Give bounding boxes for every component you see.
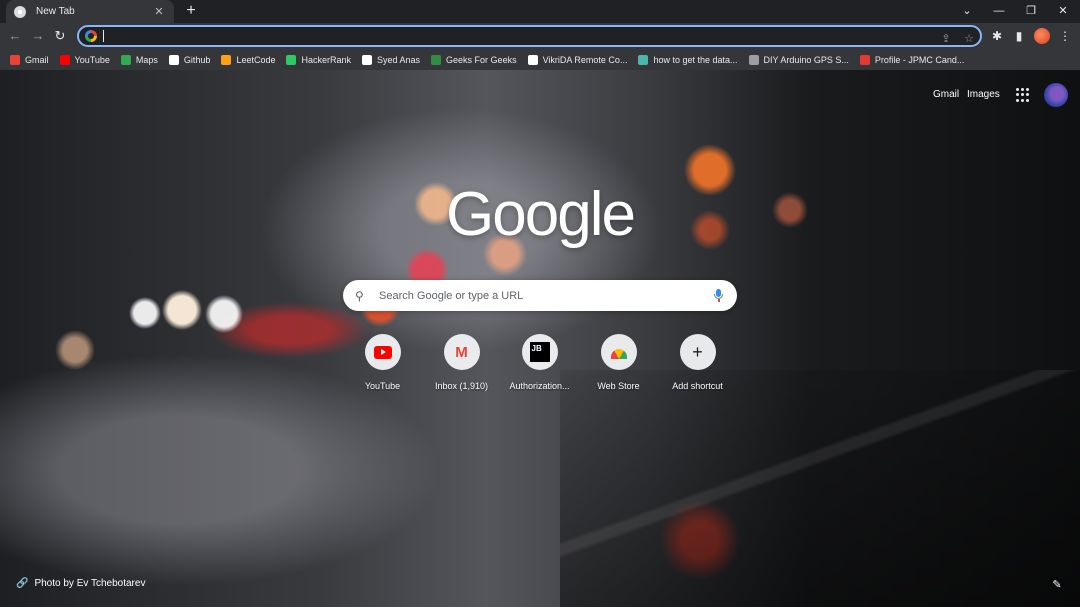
search-icon: ⚲: [355, 288, 364, 303]
bookmark-label: Geeks For Geeks: [446, 54, 517, 65]
bookmark-label: Github: [183, 54, 211, 65]
text-caret: [103, 30, 104, 42]
bookmark-favicon-icon: [362, 54, 373, 65]
bookmark-label: Syed Anas: [377, 54, 421, 65]
bookmark-item[interactable]: YouTube: [59, 49, 116, 70]
bookmark-item[interactable]: Syed Anas: [362, 49, 426, 70]
minimize-button[interactable]: —: [989, 2, 1009, 20]
bookmark-label: VikriDA Remote Co...: [542, 54, 628, 65]
pencil-icon[interactable]: ✎: [1050, 578, 1064, 592]
bookmark-item[interactable]: DIY Arduino GPS S...: [748, 49, 855, 70]
profile-avatar[interactable]: [1034, 28, 1050, 44]
new-tab-page: Gmail Images Google ⚲ YouTube M Inbox (1…: [0, 70, 1080, 607]
toolbar: ← → ↻ ⇪ ☆ ✱ ▮ ⋮: [0, 23, 1080, 49]
shortcut-label: Inbox (1,910): [434, 381, 489, 391]
bookmark-label: DIY Arduino GPS S...: [763, 54, 849, 65]
chevron-down-icon[interactable]: ⌄: [957, 2, 977, 20]
bookmark-item[interactable]: Geeks For Geeks: [431, 49, 523, 70]
bookmark-favicon-icon: [10, 54, 20, 65]
account-avatar[interactable]: [1044, 83, 1068, 107]
youtube-icon: [373, 345, 392, 359]
shortcut-authorization[interactable]: JB Authorization...: [500, 332, 579, 394]
search-box[interactable]: ⚲: [343, 280, 737, 311]
bookmark-label: YouTube: [74, 54, 110, 65]
bookmark-label: HackerRank: [301, 54, 352, 65]
side-panel-icon[interactable]: ▮: [1010, 27, 1028, 45]
bookmark-item[interactable]: Profile - JPMC Cand...: [859, 49, 971, 70]
shortcut-tile: JB: [521, 334, 558, 370]
shortcut-tile: [600, 334, 637, 370]
shortcut-tile: M: [443, 334, 480, 370]
shortcut-label: YouTube: [364, 381, 401, 391]
bookmark-item[interactable]: Maps: [120, 49, 164, 70]
back-arrow-icon[interactable]: ←: [6, 27, 24, 45]
bookmark-item[interactable]: Gmail: [10, 49, 55, 70]
plus-icon: +: [692, 342, 703, 362]
images-link[interactable]: Images: [967, 89, 1000, 100]
reload-icon[interactable]: ↻: [51, 27, 69, 45]
google-g-icon: [85, 30, 97, 42]
bookmark-favicon-icon: [286, 54, 297, 65]
puzzle-icon[interactable]: ✱: [988, 27, 1006, 45]
tab-strip: New Tab ✕ + ⌄ — ❐ ✕: [0, 0, 1080, 23]
bookmark-item[interactable]: HackerRank: [286, 49, 357, 70]
bookmark-favicon-icon: [748, 54, 759, 65]
bookmark-label: LeetCode: [236, 54, 276, 65]
jetbrains-icon: JB: [529, 342, 550, 362]
share-icon[interactable]: ⇪: [938, 31, 954, 47]
gmail-link[interactable]: Gmail: [933, 89, 959, 100]
bookmark-label: Maps: [135, 54, 158, 65]
web-store-icon: [610, 349, 627, 359]
bookmarks-bar: Gmail YouTube Maps Github LeetCode HackerRank…: [0, 49, 1080, 70]
bookmark-label: Gmail: [25, 54, 49, 65]
bookmark-item[interactable]: how to get the data...: [638, 49, 743, 70]
shortcuts-grid: YouTube M Inbox (1,910) JB Authorization…: [343, 332, 737, 402]
bookmark-favicon-icon: [527, 54, 538, 65]
background-photo: [560, 370, 1080, 607]
google-logo: Google: [446, 180, 636, 249]
photo-credit-text: Photo by Ev Tchebotarev: [34, 578, 146, 589]
bookmark-favicon-icon: [168, 54, 179, 65]
kebab-menu-icon[interactable]: ⋮: [1056, 27, 1074, 45]
add-shortcut-button[interactable]: + Add shortcut: [658, 332, 737, 394]
apps-grid-icon[interactable]: [1016, 88, 1030, 102]
bookmark-label: how to get the data...: [653, 54, 738, 65]
new-tab-button[interactable]: +: [182, 2, 200, 20]
mic-icon[interactable]: [713, 288, 725, 303]
bookmark-favicon-icon: [638, 54, 649, 65]
bookmark-favicon-icon: [431, 54, 442, 65]
chrome-icon: [14, 5, 26, 18]
gmail-icon: M: [455, 343, 468, 361]
star-icon[interactable]: ☆: [961, 31, 977, 47]
tab-title: New Tab: [36, 6, 75, 17]
bookmark-label: Profile - JPMC Cand...: [874, 54, 965, 65]
shortcut-youtube[interactable]: YouTube: [343, 332, 422, 394]
shortcut-inbox[interactable]: M Inbox (1,910): [422, 332, 501, 394]
bookmark-item[interactable]: LeetCode: [221, 49, 281, 70]
link-icon: 🔗: [16, 578, 29, 589]
restore-button[interactable]: ❐: [1021, 2, 1041, 20]
window-close-button[interactable]: ✕: [1053, 2, 1073, 20]
shortcut-tile: +: [679, 334, 716, 370]
photo-credit-link[interactable]: 🔗 Photo by Ev Tchebotarev: [16, 578, 145, 589]
omnibox[interactable]: ⇪ ☆: [77, 25, 982, 47]
bookmark-item[interactable]: VikriDA Remote Co...: [527, 49, 634, 70]
bookmark-favicon-icon: [221, 54, 232, 65]
bookmark-favicon-icon: [59, 54, 70, 65]
bookmark-favicon-icon: [120, 54, 131, 65]
close-icon[interactable]: ✕: [152, 5, 166, 18]
shortcut-web-store[interactable]: Web Store: [579, 332, 658, 394]
bookmark-item[interactable]: Github: [168, 49, 217, 70]
shortcut-label: Add shortcut: [672, 381, 723, 391]
shortcut-tile: [364, 334, 401, 370]
shortcut-label: Web Store: [597, 381, 640, 391]
search-input[interactable]: [379, 289, 713, 302]
tab-new-tab[interactable]: New Tab ✕: [6, 0, 174, 23]
bookmark-favicon-icon: [859, 54, 870, 65]
shortcut-label: Authorization...: [509, 381, 570, 391]
forward-arrow-icon[interactable]: →: [29, 27, 47, 45]
